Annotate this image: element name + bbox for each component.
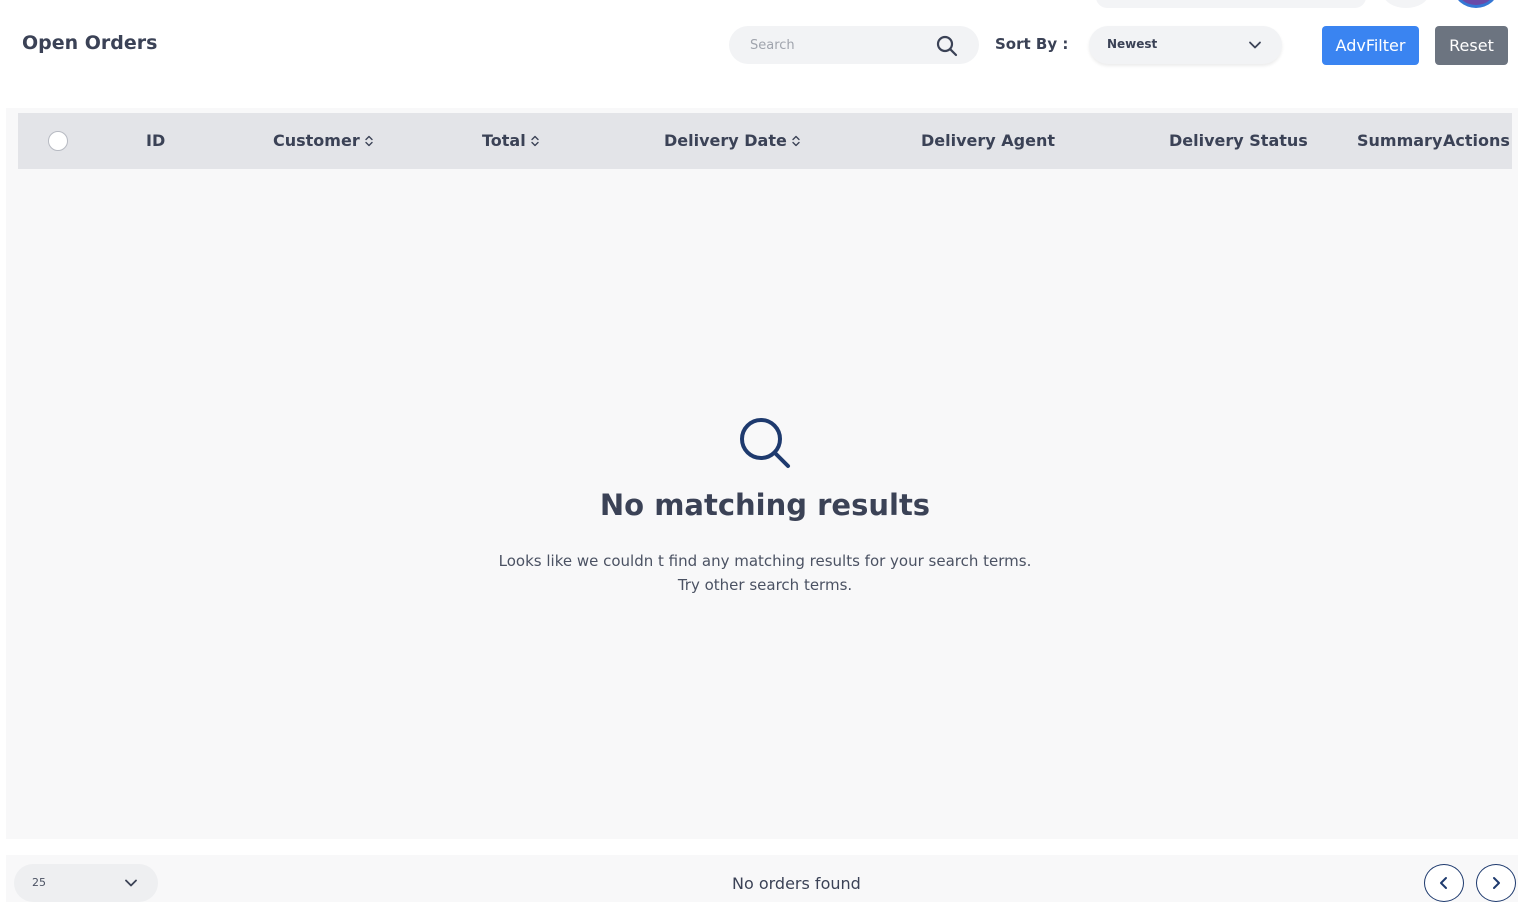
select-all-radio[interactable] (48, 131, 68, 151)
column-id: ID (146, 131, 166, 150)
chevron-left-icon (1440, 877, 1447, 889)
column-delivery-date[interactable]: Delivery Date (664, 131, 800, 150)
sort-by-label: Sort By : (995, 35, 1069, 53)
sort-select-value: Newest (1107, 37, 1158, 51)
sort-icon[interactable] (792, 135, 800, 147)
chevron-down-icon (1249, 41, 1261, 49)
top-search-remnant[interactable] (1096, 0, 1366, 8)
sort-icon[interactable] (531, 135, 539, 147)
empty-state-line-1: Looks like we couldn t find any matching… (498, 552, 1032, 570)
column-summary: Summary (1357, 131, 1443, 150)
chevron-right-icon (1493, 877, 1500, 889)
search-icon (740, 418, 790, 468)
per-page-select[interactable]: 25 (14, 864, 158, 902)
per-page-value: 25 (32, 876, 46, 889)
column-actions: Actions (1443, 131, 1510, 150)
sort-icon[interactable] (365, 135, 373, 147)
avatar[interactable] (1454, 0, 1498, 8)
search-box[interactable] (729, 26, 979, 64)
column-delivery-status: Delivery Status (1169, 131, 1308, 150)
chevron-down-icon (125, 879, 137, 887)
next-page-button[interactable] (1476, 864, 1516, 902)
top-icon-button[interactable] (1383, 0, 1429, 8)
empty-state-description: Looks like we couldn t find any matching… (0, 549, 1518, 597)
footer-status: No orders found (732, 874, 861, 893)
column-delivery-agent: Delivery Agent (921, 131, 1055, 150)
reset-button[interactable]: Reset (1435, 26, 1508, 65)
column-total[interactable]: Total (482, 131, 539, 150)
column-customer[interactable]: Customer (273, 131, 373, 150)
search-icon[interactable] (935, 34, 959, 58)
empty-state-line-2: Try other search terms. (677, 576, 853, 594)
adv-filter-button[interactable]: AdvFilter (1322, 26, 1419, 65)
empty-state-title: No matching results (599, 488, 931, 522)
table-header: ID Customer Total Delivery Date Delivery… (18, 113, 1512, 169)
previous-page-button[interactable] (1424, 864, 1464, 902)
page-title: Open Orders (22, 32, 158, 54)
search-input[interactable] (729, 26, 929, 64)
sort-select[interactable]: Newest (1089, 26, 1282, 64)
orders-table-panel (6, 108, 1518, 839)
